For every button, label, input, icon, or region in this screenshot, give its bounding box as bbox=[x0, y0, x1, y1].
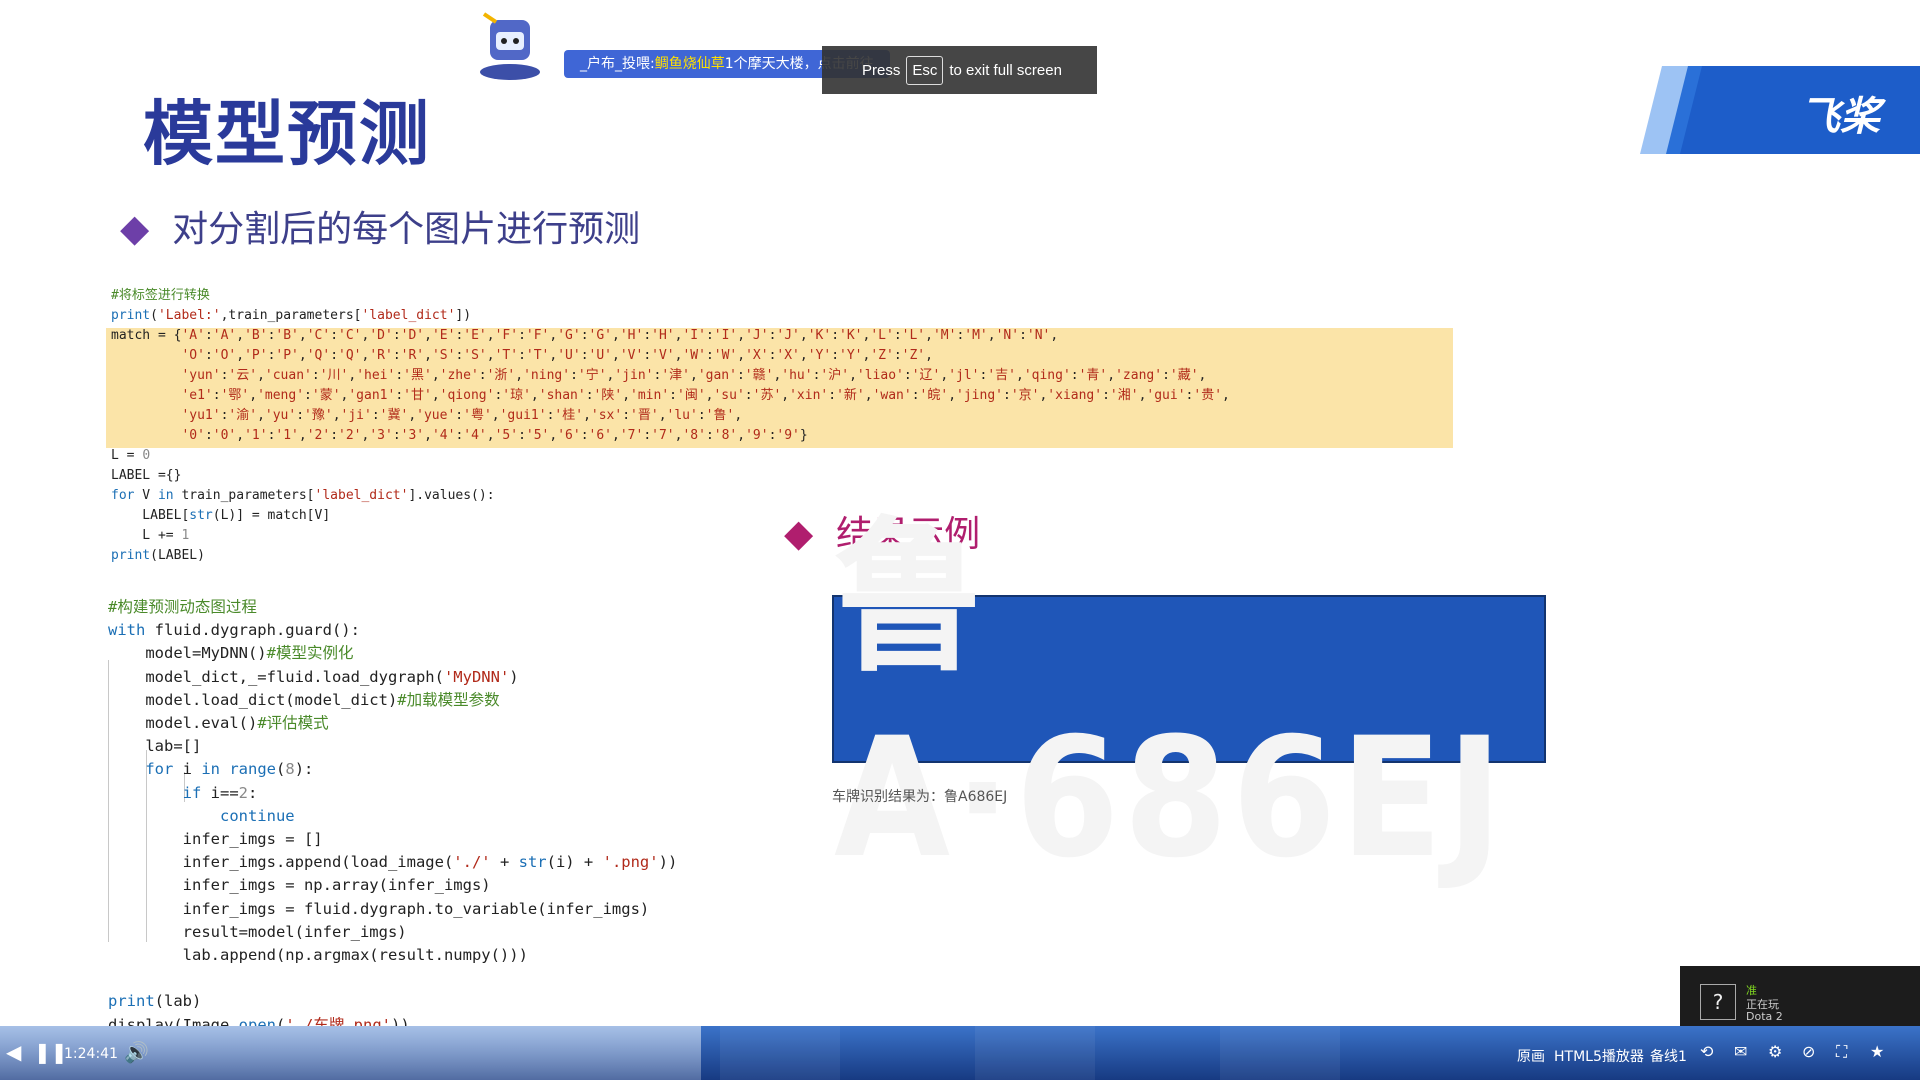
code-line: infer_imgs = [] bbox=[108, 830, 323, 849]
code-line: #构建预测动态图过程 bbox=[108, 598, 257, 616]
paddle-logo: 飞桨 bbox=[1640, 66, 1920, 154]
danmaku-icon[interactable]: ✉ bbox=[1734, 1042, 1747, 1061]
bar-segment bbox=[975, 1026, 1095, 1080]
logo-text: 飞桨 bbox=[1800, 94, 1880, 140]
diamond-bullet-icon: ◆ bbox=[120, 206, 150, 250]
code-line: #将标签进行转换 bbox=[111, 288, 210, 303]
gift-name: 鲷鱼烧仙草 bbox=[654, 56, 725, 72]
player-selector[interactable]: HTML5播放器 bbox=[1554, 1046, 1644, 1066]
section-heading-predict: ◆ 对分割后的每个图片进行预测 bbox=[120, 200, 640, 252]
code-line: lab.append(np.argmax(result.numpy())) bbox=[108, 946, 528, 965]
code-line: 'yu1':'渝','yu':'豫','ji':'冀','yue':'粤','g… bbox=[181, 408, 743, 423]
prev-icon[interactable]: ◀ bbox=[6, 1040, 21, 1064]
code-line: for i in range(8): bbox=[145, 760, 314, 779]
hint-text: to exit full screen bbox=[949, 61, 1062, 79]
code-line: 'O':'O','P':'P','Q':'Q','R':'R','S':'S',… bbox=[181, 348, 933, 363]
code-line: L = 0 bbox=[111, 448, 151, 463]
code-line: '0':'0','1':'1','2':'2','3':'3','4':'4',… bbox=[181, 428, 808, 443]
code-line: match = {'A':'A','B':'B','C':'C','D':'D'… bbox=[111, 328, 1059, 343]
license-plate-image: 鲁A·686EJ bbox=[832, 502, 1546, 894]
code-line: model_dict,_=fluid.load_dygraph('MyDNN') bbox=[108, 667, 519, 686]
pause-icon[interactable]: ❚❚ bbox=[34, 1040, 68, 1064]
fullscreen-icon[interactable]: ⛶ bbox=[1836, 1042, 1847, 1062]
code-line: print(lab) bbox=[108, 992, 202, 1011]
code-line: 'yun':'云','cuan':'川','hei':'黑','zhe':'浙'… bbox=[181, 368, 1207, 383]
hint-press: Press bbox=[862, 61, 901, 79]
code-line: model=MyDNN()#模型实例化 bbox=[108, 644, 354, 663]
code-line: model.load_dict(model_dict)#加载模型参数 bbox=[108, 690, 500, 709]
code-line: if i==2: bbox=[182, 783, 258, 802]
time-display: 1:24:41 bbox=[64, 1046, 118, 1062]
question-icon: ? bbox=[1700, 984, 1736, 1020]
code-block-predict: #构建预测动态图过程 with fluid.dygraph.guard(): mo… bbox=[108, 596, 677, 1083]
code-line: infer_imgs = np.array(infer_imgs) bbox=[108, 876, 491, 895]
code-line: lab=[] bbox=[108, 737, 202, 756]
fullscreen-exit-hint: Press Esc to exit full screen bbox=[822, 46, 1097, 94]
bar-segment bbox=[720, 1026, 840, 1080]
slide-title: 模型预测 bbox=[143, 93, 431, 175]
popup-game: Dota 2 bbox=[1746, 1010, 1783, 1023]
recognition-result: 车牌识别结果为：鲁A686EJ bbox=[832, 789, 1008, 805]
plate-text: 鲁A·686EJ bbox=[834, 502, 1507, 895]
settings-icon[interactable]: ⚙ bbox=[1768, 1042, 1782, 1061]
line-selector[interactable]: 备线1 bbox=[1650, 1046, 1687, 1066]
quality-selector[interactable]: 原画 bbox=[1517, 1046, 1545, 1066]
code-line: model.eval()#评估模式 bbox=[108, 714, 329, 733]
code-line: 'e1':'鄂','meng':'蒙','gan1':'甘','qiong':'… bbox=[181, 388, 1230, 403]
esc-key: Esc bbox=[906, 55, 944, 85]
code-line: infer_imgs = fluid.dygraph.to_variable(i… bbox=[108, 899, 650, 918]
section-heading-text: 对分割后的每个图片进行预测 bbox=[172, 209, 641, 250]
volume-icon[interactable]: 🔊 bbox=[124, 1040, 149, 1064]
code-line: continue bbox=[219, 806, 295, 825]
code-line: infer_imgs.append(load_image('./' + str(… bbox=[108, 853, 678, 872]
mascot-robot-icon bbox=[474, 6, 546, 82]
bar-segment bbox=[1220, 1026, 1340, 1080]
code-line: result=model(infer_imgs) bbox=[108, 922, 407, 941]
gift-sender: _户布_投喂: bbox=[580, 56, 655, 72]
gift-icon[interactable]: ★ bbox=[1870, 1042, 1884, 1061]
code-line: print('Label:',train_parameters['label_d… bbox=[111, 308, 472, 323]
danmaku-off-icon[interactable]: ⊘ bbox=[1802, 1042, 1815, 1061]
sync-icon[interactable]: ⟲ bbox=[1700, 1042, 1713, 1061]
code-line: with fluid.dygraph.guard(): bbox=[108, 621, 360, 640]
